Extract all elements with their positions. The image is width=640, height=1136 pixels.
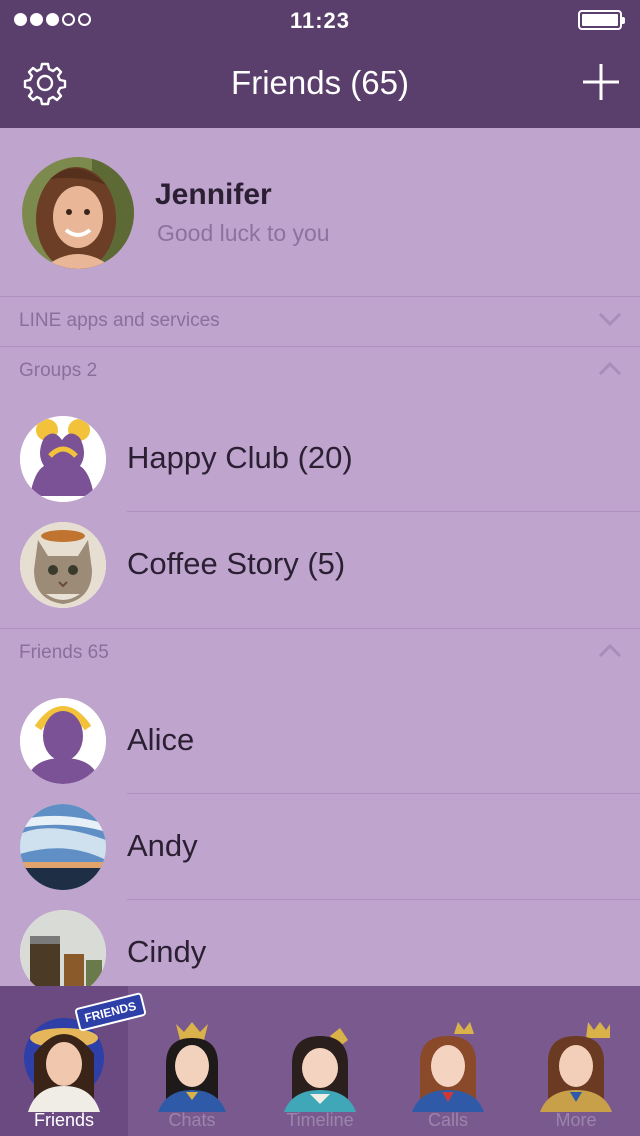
section-groups-label: Groups 2: [19, 360, 98, 381]
group-name: Happy Club (20): [127, 440, 353, 475]
friend-avatar: [20, 698, 106, 784]
status-time: 11:23: [289, 8, 351, 33]
friend-name: Andy: [127, 828, 198, 863]
tab-friends-label: Friends: [33, 1110, 95, 1130]
friends-tab-icon: [24, 1018, 104, 1112]
profile-name: Jennifer: [155, 178, 272, 211]
add-friend-icon[interactable]: [582, 63, 620, 101]
group-row-happy-club[interactable]: Happy Club (20): [0, 406, 640, 512]
section-services[interactable]: LINE apps and services: [0, 297, 640, 347]
battery-icon: [578, 10, 625, 30]
page-title: Friends (65): [231, 64, 409, 101]
friend-row-alice[interactable]: Alice: [0, 688, 640, 794]
tab-timeline[interactable]: Timeline: [256, 986, 384, 1136]
tab-chats-label: Chats: [168, 1110, 216, 1130]
calls-tab-icon: [412, 1022, 484, 1112]
tab-more[interactable]: More: [512, 986, 640, 1136]
timeline-tab-icon: [284, 1028, 356, 1112]
tab-more-label: More: [555, 1110, 597, 1130]
tab-timeline-label: Timeline: [286, 1110, 354, 1130]
top-bar: 11:23 Friends (65): [0, 0, 640, 128]
chats-tab-icon: [158, 1022, 226, 1112]
group-name: Coffee Story (5): [127, 546, 346, 581]
more-tab-icon: [540, 1022, 612, 1112]
section-groups[interactable]: Groups 2: [0, 347, 640, 397]
group-avatar: [20, 522, 106, 608]
friend-name: Alice: [127, 722, 195, 757]
profile-avatar[interactable]: [22, 157, 134, 269]
tab-friends[interactable]: FRIENDS Friends: [0, 986, 147, 1136]
section-services-label: LINE apps and services: [19, 310, 220, 331]
friend-row-andy[interactable]: Andy: [0, 794, 640, 900]
group-avatar: [20, 416, 106, 502]
tab-bar: FRIENDS Friends Chats Timeline Calls Mor…: [0, 986, 640, 1136]
status-bar: 11:23: [0, 0, 640, 40]
tab-chats[interactable]: Chats: [128, 986, 256, 1136]
tab-calls-label: Calls: [427, 1110, 468, 1130]
chevron-up-icon: [598, 361, 622, 376]
my-profile[interactable]: Jennifer Good luck to you: [0, 128, 640, 296]
friend-avatar: [20, 910, 106, 996]
friend-avatar: [20, 804, 106, 890]
group-row-coffee-story[interactable]: Coffee Story (5): [0, 512, 640, 618]
profile-status-message: Good luck to you: [157, 220, 330, 246]
section-friends[interactable]: Friends 65: [0, 629, 640, 679]
friend-name: Cindy: [127, 934, 207, 969]
chevron-down-icon: [598, 312, 622, 327]
chevron-up-icon: [598, 643, 622, 658]
tab-calls[interactable]: Calls: [384, 986, 512, 1136]
section-friends-label: Friends 65: [19, 642, 109, 663]
